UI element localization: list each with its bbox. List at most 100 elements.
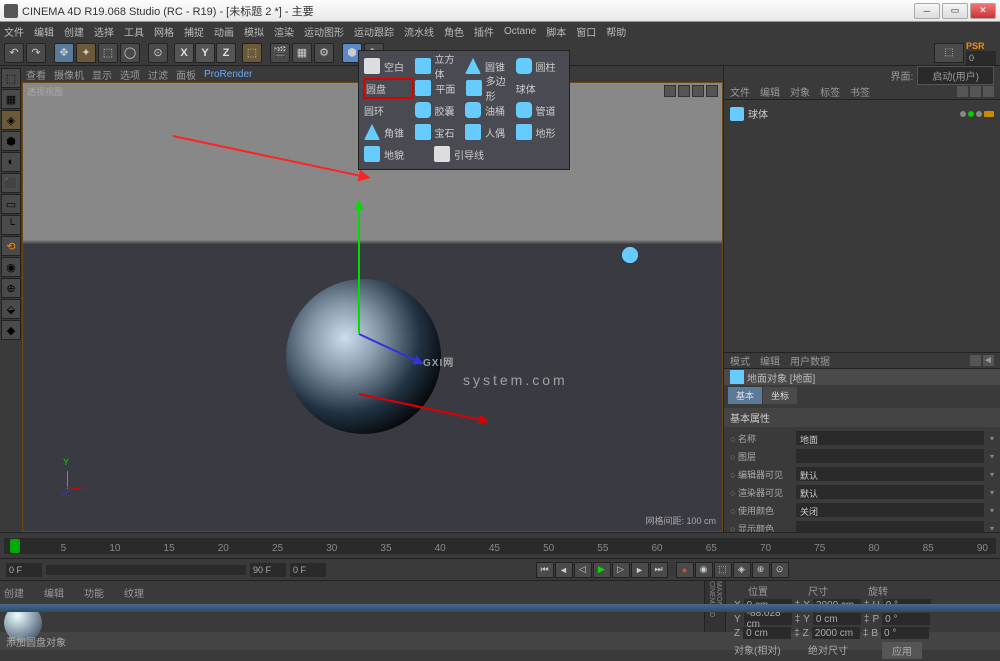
psr-icon[interactable]: ⬚	[934, 43, 964, 63]
range-slider[interactable]	[46, 565, 246, 575]
mode-btn-0[interactable]: ⬚	[1, 68, 21, 88]
primitive-平面[interactable]: 平面	[414, 79, 464, 97]
vp-nav-2[interactable]	[678, 85, 690, 97]
attrmenu-用户数据[interactable]: 用户数据	[790, 353, 830, 368]
key-opt-4[interactable]: ⊙	[771, 562, 789, 578]
primitive-油桶[interactable]: 油桶	[464, 101, 515, 119]
scale-tool[interactable]: ⬚	[98, 43, 118, 63]
mattab-编辑[interactable]: 编辑	[44, 585, 64, 600]
vis-dot-2[interactable]	[968, 111, 974, 117]
vp-tab-0[interactable]: 查看	[26, 67, 46, 82]
mode-btn-4[interactable]: ◐	[1, 152, 21, 172]
psr-value[interactable]: 0	[966, 51, 996, 65]
vp-nav-1[interactable]	[664, 85, 676, 97]
y-lock[interactable]: Y	[195, 43, 215, 63]
mode-btn-1[interactable]: ▦	[1, 89, 21, 109]
timeline[interactable]: 051015202530354045505560657075808590	[0, 532, 1000, 558]
key-opt-3[interactable]: ⊕	[752, 562, 770, 578]
vp-tab-6[interactable]: ProRender	[204, 69, 252, 80]
goto-end[interactable]: ⏭	[650, 562, 668, 578]
redo-button[interactable]: ↷	[26, 43, 46, 63]
timeline-marker[interactable]	[10, 539, 20, 553]
coord-mode-1[interactable]: 对象(相对)	[734, 642, 804, 659]
frame-current[interactable]: 0 F	[290, 563, 326, 577]
primitive-地貌[interactable]: 地貌	[363, 145, 433, 163]
mode-btn-10[interactable]: ⊕	[1, 278, 21, 298]
menu-渲染[interactable]: 渲染	[274, 24, 294, 39]
primitive-空白[interactable]: 空白	[363, 57, 414, 75]
primitive-立方体[interactable]: 立方体	[414, 50, 465, 82]
menu-选择[interactable]: 选择	[94, 24, 114, 39]
attrmenu-编辑[interactable]: 编辑	[760, 353, 780, 368]
mode-btn-11[interactable]: ⬙	[1, 299, 21, 319]
key-opt-2[interactable]: ◈	[733, 562, 751, 578]
menu-运动图形[interactable]: 运动图形	[304, 24, 344, 39]
panel-opt-1[interactable]	[957, 86, 968, 97]
primitive-引导线[interactable]: 引导线	[433, 145, 503, 163]
attr-val-编辑器可见[interactable]: 默认	[796, 467, 984, 481]
menu-模拟[interactable]: 模拟	[244, 24, 264, 39]
attrmenu-模式[interactable]: 模式	[730, 353, 750, 368]
attr-val-名称[interactable]: 地面	[796, 431, 984, 445]
vp-tab-5[interactable]: 面板	[176, 67, 196, 82]
menu-窗口[interactable]: 窗口	[576, 24, 596, 39]
record-button[interactable]: ●	[676, 562, 694, 578]
move-tool[interactable]: ✦	[76, 43, 96, 63]
primitive-地形[interactable]: 地形	[515, 123, 566, 141]
panel-opt-2[interactable]	[970, 86, 981, 97]
primitive-圆环[interactable]: 圆环	[363, 102, 414, 119]
primitive-胶囊[interactable]: 胶囊	[414, 101, 465, 119]
mattab-纹理[interactable]: 纹理	[124, 585, 144, 600]
mattab-功能[interactable]: 功能	[84, 585, 104, 600]
mode-btn-9[interactable]: ◉	[1, 257, 21, 277]
primitive-圆柱[interactable]: 圆柱	[515, 57, 566, 75]
attr-opt-2[interactable]: ◄	[983, 355, 994, 366]
vp-tab-4[interactable]: 过滤	[148, 67, 168, 82]
primitive-球体[interactable]: 球体	[515, 80, 565, 97]
menu-运动跟踪[interactable]: 运动跟踪	[354, 24, 394, 39]
menu-动画[interactable]: 动画	[214, 24, 234, 39]
attr-val-渲染器可见[interactable]: 默认	[796, 485, 984, 499]
mode-btn-6[interactable]: ▭	[1, 194, 21, 214]
object-row-sphere[interactable]: 球体	[730, 104, 994, 123]
primitive-圆盘[interactable]: 圆盘	[363, 78, 414, 99]
mode-btn-7[interactable]: └	[1, 215, 21, 235]
coord-apply[interactable]: 应用	[882, 642, 922, 659]
objtab-标签[interactable]: 标签	[820, 84, 840, 99]
frame-start[interactable]: 0 F	[6, 563, 42, 577]
mattab-创建[interactable]: 创建	[4, 585, 24, 600]
select-tool[interactable]: ✥	[54, 43, 74, 63]
attr-val-使用颜色[interactable]: 关闭	[796, 503, 984, 517]
gizmo-y-axis[interactable]	[358, 203, 360, 333]
rotate-tool[interactable]: ◯	[120, 43, 140, 63]
vis-dot-3[interactable]	[976, 111, 982, 117]
primitive-多边形[interactable]: 多边形	[465, 72, 515, 104]
key-opt-1[interactable]: ⬚	[714, 562, 732, 578]
menu-网格[interactable]: 网格	[154, 24, 174, 39]
mode-btn-5[interactable]: ⬛	[1, 173, 21, 193]
attr-tab-basic[interactable]: 基本	[728, 387, 762, 404]
mode-btn-8[interactable]: ⟲	[1, 236, 21, 256]
menu-创建[interactable]: 创建	[64, 24, 84, 39]
menu-编辑[interactable]: 编辑	[34, 24, 54, 39]
next-key[interactable]: ►	[631, 562, 649, 578]
render-region[interactable]: ▦	[292, 43, 312, 63]
menu-脚本[interactable]: 脚本	[546, 24, 566, 39]
undo-button[interactable]: ↶	[4, 43, 24, 63]
primitive-角锥[interactable]: 角锥	[363, 123, 414, 141]
menu-捕捉[interactable]: 捕捉	[184, 24, 204, 39]
coord-mode[interactable]: ⬚	[242, 43, 262, 63]
attr-tab-coord[interactable]: 坐标	[763, 387, 797, 404]
primitive-人偶[interactable]: 人偶	[464, 123, 515, 141]
vp-tab-2[interactable]: 显示	[92, 67, 112, 82]
render-settings[interactable]: ⚙	[314, 43, 334, 63]
objtab-文件[interactable]: 文件	[730, 84, 750, 99]
layout-selector[interactable]: 启动(用户)	[917, 66, 994, 85]
vp-nav-4[interactable]	[706, 85, 718, 97]
tag-icon[interactable]	[984, 111, 994, 117]
attr-opt-1[interactable]	[970, 355, 981, 366]
mode-btn-3[interactable]: ⬢	[1, 131, 21, 151]
primitive-宝石[interactable]: 宝石	[414, 123, 465, 141]
menu-插件[interactable]: 插件	[474, 24, 494, 39]
x-lock[interactable]: X	[174, 43, 194, 63]
